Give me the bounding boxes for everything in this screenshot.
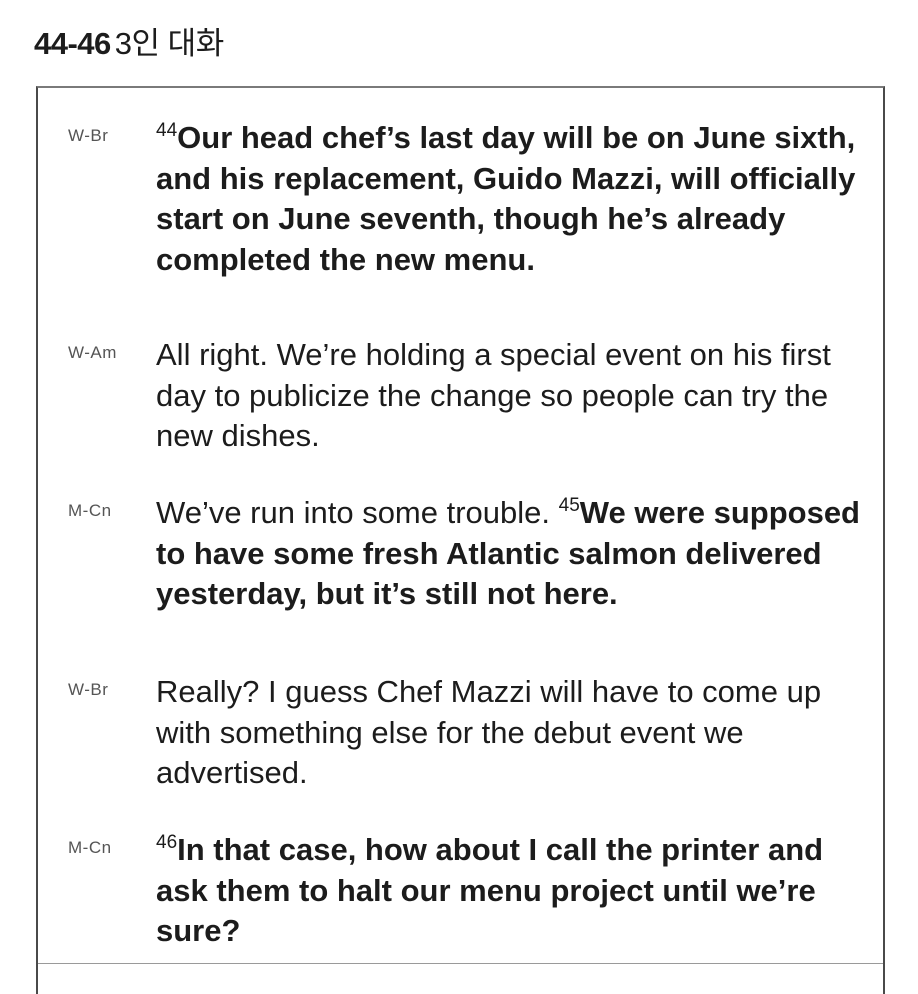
transcript-box: W-Br 44Our head chef’s last day will be … bbox=[36, 86, 885, 994]
speaker-label: M-Cn bbox=[68, 501, 112, 520]
speaker-label: W-Br bbox=[68, 680, 109, 699]
dialogue-text: Really? I guess Chef Mazzi will have to … bbox=[156, 674, 822, 790]
speaker-label: W-Am bbox=[68, 343, 117, 362]
section-heading: 44-46 3인 대화 bbox=[34, 24, 224, 64]
dialogue-line: All right. We’re holding a special event… bbox=[156, 335, 876, 457]
dialogue-line: 46In that case, how about I call the pri… bbox=[156, 830, 876, 952]
box-divider bbox=[38, 963, 883, 964]
dialogue-text: All right. We’re holding a special event… bbox=[156, 337, 831, 453]
speaker-label: M-Cn bbox=[68, 838, 112, 857]
question-ref: 44 bbox=[156, 120, 178, 141]
section-type: 3인 대화 bbox=[114, 26, 224, 61]
answer-evidence-text: In that case, how about I call the print… bbox=[156, 832, 824, 948]
answer-evidence-text: Our head chef’s last day will be on June… bbox=[156, 120, 856, 277]
dialogue-line: 44Our head chef’s last day will be on Ju… bbox=[156, 118, 876, 280]
dialogue-text: We’ve run into some trouble. bbox=[156, 495, 559, 530]
question-range: 44-46 bbox=[34, 26, 111, 61]
dialogue-line: We’ve run into some trouble. 45We were s… bbox=[156, 493, 876, 615]
question-ref: 46 bbox=[156, 832, 178, 853]
dialogue-line: Really? I guess Chef Mazzi will have to … bbox=[156, 672, 876, 794]
speaker-label: W-Br bbox=[68, 126, 109, 145]
question-ref: 45 bbox=[558, 495, 580, 516]
